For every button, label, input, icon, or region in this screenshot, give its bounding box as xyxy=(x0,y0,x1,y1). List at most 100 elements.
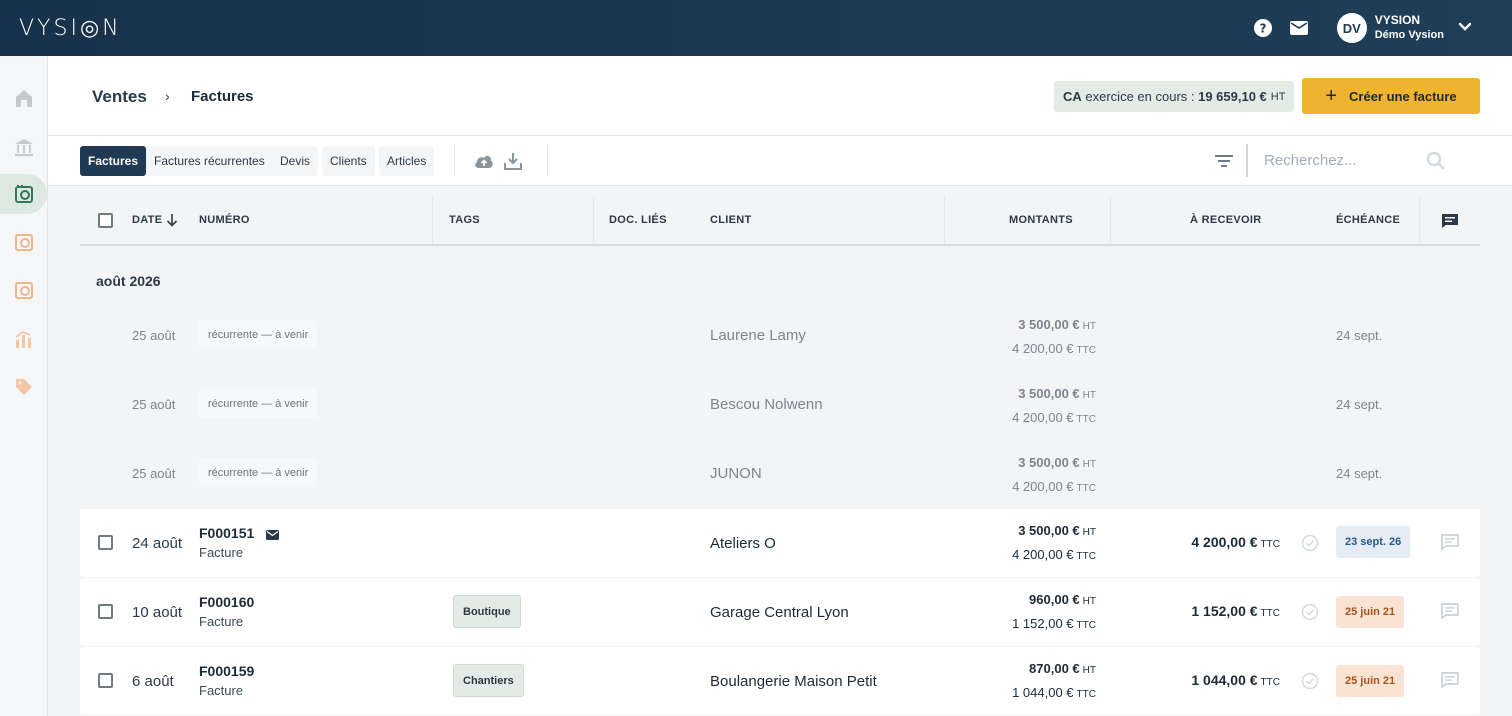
amount-ht: 3 500,00 € xyxy=(1018,317,1080,332)
home-icon[interactable] xyxy=(0,78,48,118)
unit-ttc: TTC xyxy=(1260,677,1280,688)
column-divider xyxy=(593,196,594,244)
comment-icon[interactable] xyxy=(1441,213,1459,234)
create-invoice-button[interactable]: + Créer une facture xyxy=(1302,78,1480,114)
mail-sent-icon xyxy=(266,527,279,545)
column-receivable[interactable]: À RECEVOIR xyxy=(1190,214,1261,226)
table-row[interactable]: 25 août récurrente — à venir Bescou Nolw… xyxy=(80,370,1480,438)
row-checkbox[interactable] xyxy=(98,535,113,550)
chevron-down-icon[interactable] xyxy=(1458,19,1472,37)
row-date: 25 août xyxy=(132,466,176,481)
table-row[interactable]: 25 août récurrente — à venir Laurene Lam… xyxy=(80,301,1480,369)
sidebar xyxy=(0,56,48,716)
user-name: VYSION xyxy=(1374,13,1421,27)
help-icon[interactable]: ? xyxy=(1253,18,1273,38)
row-client: Ateliers O xyxy=(710,535,776,552)
row-amounts: 960,00 € HT 1 152,00 € TTC xyxy=(896,589,1096,637)
app-logo[interactable]: VYSI◎N xyxy=(19,16,122,41)
column-due[interactable]: ÉCHÉANCE xyxy=(1336,214,1400,226)
due-badge: 25 juin 21 xyxy=(1336,596,1405,628)
reports-icon[interactable] xyxy=(0,319,48,359)
search-input[interactable] xyxy=(1264,150,1414,170)
invoice-number[interactable]: F000160 xyxy=(199,594,254,610)
tags-icon[interactable] xyxy=(0,367,48,407)
column-docs[interactable]: DOC. LIÉS xyxy=(609,214,667,226)
download-icon[interactable] xyxy=(503,151,523,171)
row-amounts: 3 500,00 € HT 4 200,00 € TTC xyxy=(896,452,1096,500)
column-client[interactable]: CLIENT xyxy=(710,214,752,226)
column-divider xyxy=(1419,196,1420,244)
column-tags[interactable]: TAGS xyxy=(449,214,480,226)
due-badge: 23 sept. 26 xyxy=(1336,526,1411,558)
invoice-type: Facture xyxy=(199,683,244,698)
comment-icon[interactable] xyxy=(1441,672,1459,693)
unit-ttc: TTC xyxy=(1260,608,1280,619)
unit-ht: HT xyxy=(1082,390,1096,401)
check-circle-icon[interactable] xyxy=(1301,603,1319,626)
page-title: Factures xyxy=(191,88,254,105)
row-checkbox[interactable] xyxy=(98,673,113,688)
tab-articles[interactable]: Articles xyxy=(379,146,435,176)
column-number[interactable]: NUMÉRO xyxy=(199,214,250,226)
recurring-status: récurrente — à venir xyxy=(199,389,318,418)
column-divider xyxy=(432,196,433,244)
amount-ttc: 4 200,00 € xyxy=(1012,410,1074,425)
invoice-number[interactable]: F000151 xyxy=(199,525,254,541)
filter-icon[interactable] xyxy=(1214,151,1234,171)
sort-arrow-icon[interactable] xyxy=(166,213,178,232)
recurring-status: récurrente — à venir xyxy=(199,320,318,349)
row-checkbox[interactable] xyxy=(98,604,113,619)
invoice-type: Facture xyxy=(199,614,244,629)
tab-factures[interactable]: Factures xyxy=(80,146,147,176)
tag-badge[interactable]: Boutique xyxy=(453,595,521,628)
table-row[interactable]: 6 août F000159 Facture Chantiers Boulang… xyxy=(80,647,1480,715)
receivable-amount: 1 044,00 € xyxy=(1191,672,1258,688)
bank-icon[interactable] xyxy=(0,127,48,167)
row-amounts: 3 500,00 € HT 4 200,00 € TTC xyxy=(896,383,1096,431)
breadcrumb-ventes[interactable]: Ventes xyxy=(92,87,147,107)
row-date: 25 août xyxy=(132,328,176,343)
invoice-number[interactable]: F000159 xyxy=(199,663,254,679)
comment-icon[interactable] xyxy=(1441,534,1459,555)
purchases-icon[interactable] xyxy=(0,222,48,262)
column-date[interactable]: DATE xyxy=(132,214,162,226)
expenses-icon[interactable] xyxy=(0,270,48,310)
table-row[interactable]: 25 août récurrente — à venir JUNON 3 500… xyxy=(80,439,1480,507)
row-client: Laurene Lamy xyxy=(710,327,806,344)
amount-ht: 3 500,00 € xyxy=(1018,386,1080,401)
toolbar-divider xyxy=(547,146,548,176)
comment-icon[interactable] xyxy=(1441,603,1459,624)
unit-ttc: TTC xyxy=(1076,483,1096,494)
receivable-amount: 1 152,00 € xyxy=(1191,603,1258,619)
tab-factures-recurrentes[interactable]: Factures récurrentes xyxy=(146,146,273,176)
check-circle-icon[interactable] xyxy=(1301,534,1319,557)
due-badge: 25 juin 21 xyxy=(1336,665,1405,697)
revenue-badge: CA exercice en cours : 19 659,10 € HT xyxy=(1054,81,1295,112)
select-all-checkbox[interactable] xyxy=(98,213,113,228)
tab-devis[interactable]: Devis xyxy=(272,146,319,176)
row-amounts: 3 500,00 € HT 4 200,00 € TTC xyxy=(896,314,1096,362)
table-row[interactable]: 24 août F000151 Facture Ateliers O 3 500… xyxy=(80,509,1480,577)
column-amounts[interactable]: MONTANTS xyxy=(1009,214,1073,226)
row-receivable: 1 152,00 € TTC xyxy=(1080,603,1280,619)
group-title: août 2026 xyxy=(96,273,161,289)
search-icon[interactable] xyxy=(1426,151,1446,176)
create-invoice-label: Créer une facture xyxy=(1349,88,1457,104)
mail-icon[interactable] xyxy=(1289,18,1309,38)
amount-ttc: 4 200,00 € xyxy=(1012,479,1074,494)
unit-ttc: TTC xyxy=(1076,414,1096,425)
avatar[interactable]: DV xyxy=(1336,13,1367,43)
amount-ttc: 1 152,00 € xyxy=(1012,616,1074,631)
tab-clients[interactable]: Clients xyxy=(322,146,375,176)
check-circle-icon[interactable] xyxy=(1301,672,1319,695)
table-row[interactable]: 10 août F000160 Facture Boutique Garage … xyxy=(80,578,1480,646)
user-menu[interactable]: VYSION Démo Vysion xyxy=(1375,13,1444,43)
sales-icon[interactable] xyxy=(0,174,47,214)
unit-ttc: TTC xyxy=(1076,551,1096,562)
row-date: 6 août xyxy=(132,673,174,690)
row-amounts: 3 500,00 € HT 4 200,00 € TTC xyxy=(896,520,1096,568)
cloud-upload-icon[interactable] xyxy=(474,151,494,171)
tag-badge[interactable]: Chantiers xyxy=(453,664,524,697)
amount-ht: 960,00 € xyxy=(1029,592,1080,607)
top-right-actions: ? DV VYSION Démo Vysion xyxy=(1253,0,1472,56)
